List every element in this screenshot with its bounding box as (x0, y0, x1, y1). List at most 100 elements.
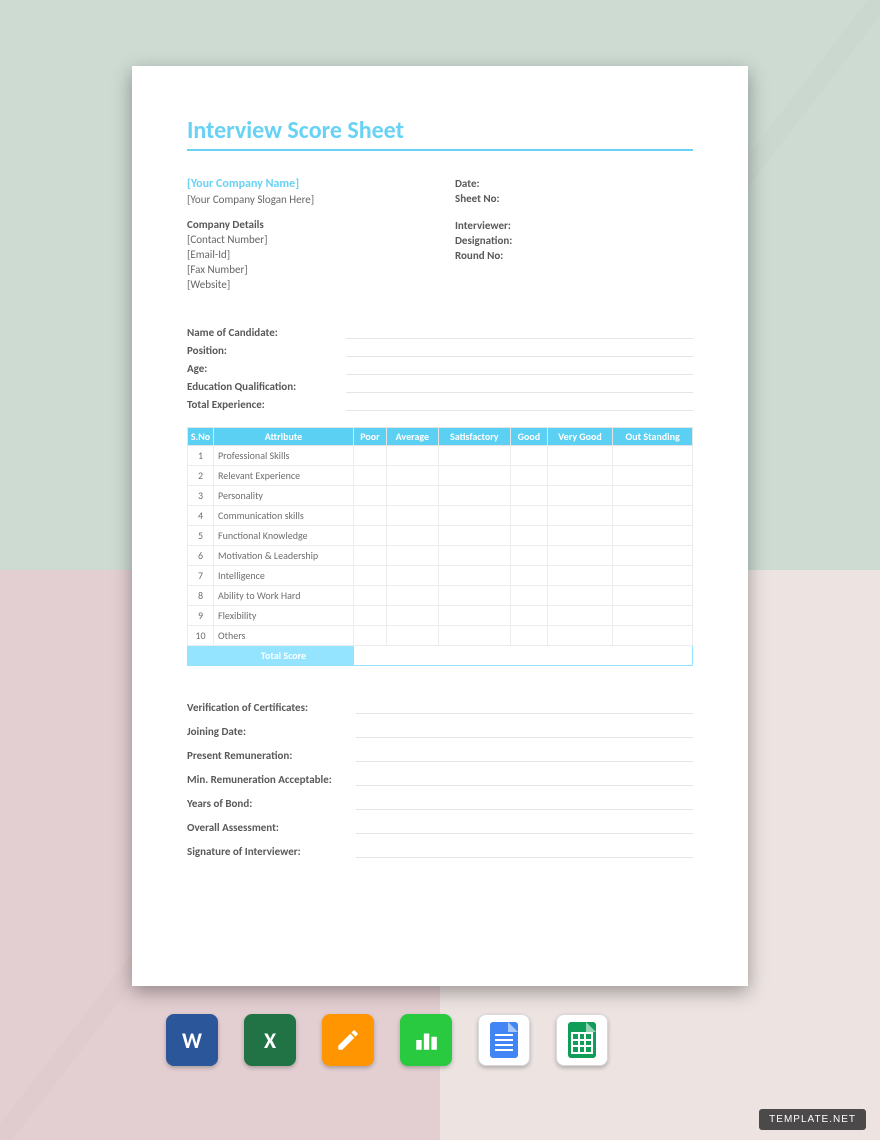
field-label: Overall Assessment: (187, 821, 352, 834)
cell (613, 506, 693, 526)
table-row: 9Flexibility (188, 606, 693, 626)
cell (386, 546, 438, 566)
cell-attribute: Communication skills (214, 506, 354, 526)
cell (510, 566, 547, 586)
company-details-heading: Company Details (187, 218, 425, 231)
field-input-line (346, 379, 693, 393)
cell (547, 446, 612, 466)
company-detail: [Email-Id] (187, 248, 425, 261)
cell (354, 586, 387, 606)
cell (510, 486, 547, 506)
cell-sn: 1 (188, 446, 214, 466)
field-label: Verification of Certificates: (187, 701, 352, 714)
field-row: Verification of Certificates: (187, 700, 693, 714)
cell-attribute: Functional Knowledge (214, 526, 354, 546)
field-label: Signature of Interviewer: (187, 845, 352, 858)
bottom-fields: Verification of Certificates: Joining Da… (187, 700, 693, 858)
cell (547, 606, 612, 626)
format-icons-row: W X (166, 1014, 608, 1066)
field-label: Min. Remuneration Acceptable: (187, 773, 352, 786)
pen-icon (335, 1027, 361, 1053)
cell-attribute: Ability to Work Hard (214, 586, 354, 606)
table-row: 5Functional Knowledge (188, 526, 693, 546)
cell (354, 606, 387, 626)
cell (438, 626, 510, 646)
document-title: Interview Score Sheet (187, 116, 693, 151)
cell-attribute: Motivation & Leadership (214, 546, 354, 566)
cell (438, 506, 510, 526)
cell (354, 506, 387, 526)
cell (547, 506, 612, 526)
field-input-line (346, 361, 693, 375)
field-label: Total Experience: (187, 398, 342, 411)
cell (438, 606, 510, 626)
field-label: Present Remuneration: (187, 749, 352, 762)
cell (386, 606, 438, 626)
company-slogan-placeholder: [Your Company Slogan Here] (187, 193, 425, 206)
cell-attribute: Personality (214, 486, 354, 506)
field-row: Position: (187, 343, 693, 357)
preview-frame: Interview Score Sheet [Your Company Name… (46, 46, 834, 1094)
icon-letter: W (182, 1027, 202, 1054)
cell (386, 586, 438, 606)
cell (613, 526, 693, 546)
field-row: Signature of Interviewer: (187, 844, 693, 858)
th-very-good: Very Good (547, 428, 612, 446)
excel-icon[interactable]: X (244, 1014, 296, 1066)
cell (386, 466, 438, 486)
field-input-line (356, 796, 693, 810)
cell (547, 546, 612, 566)
document-page: Interview Score Sheet [Your Company Name… (132, 66, 748, 986)
cell-attribute: Relevant Experience (214, 466, 354, 486)
th-average: Average (386, 428, 438, 446)
field-label: Position: (187, 344, 342, 357)
cell (386, 486, 438, 506)
field-input-line (356, 748, 693, 762)
cell-attribute: Intelligence (214, 566, 354, 586)
cell (613, 586, 693, 606)
cell (354, 526, 387, 546)
th-good: Good (510, 428, 547, 446)
pages-icon[interactable] (322, 1014, 374, 1066)
google-docs-icon[interactable] (478, 1014, 530, 1066)
field-row: Min. Remuneration Acceptable: (187, 772, 693, 786)
cell (613, 446, 693, 466)
word-icon[interactable]: W (166, 1014, 218, 1066)
cell-attribute: Others (214, 626, 354, 646)
google-sheets-icon[interactable] (556, 1014, 608, 1066)
watermark: TEMPLATE.NET (759, 1109, 866, 1130)
cell (354, 566, 387, 586)
company-name-placeholder: [Your Company Name] (187, 177, 425, 191)
cell (354, 626, 387, 646)
cell (438, 566, 510, 586)
total-row: Total Score (188, 646, 693, 666)
field-row: Joining Date: (187, 724, 693, 738)
table-row: 10Others (188, 626, 693, 646)
cell-sn: 2 (188, 466, 214, 486)
field-row: Name of Candidate: (187, 325, 693, 339)
cell-sn: 3 (188, 486, 214, 506)
numbers-icon[interactable] (400, 1014, 452, 1066)
bar-chart-icon (413, 1027, 439, 1053)
cell (386, 626, 438, 646)
field-input-line (346, 397, 693, 411)
cell (547, 486, 612, 506)
cell (613, 486, 693, 506)
field-row: Age: (187, 361, 693, 375)
table-row: 4Communication skills (188, 506, 693, 526)
th-attribute: Attribute (214, 428, 354, 446)
cell (613, 566, 693, 586)
meta-designation-label: Designation: (455, 234, 693, 247)
th-outstanding: Out Standing (613, 428, 693, 446)
cell (547, 526, 612, 546)
field-label: Joining Date: (187, 725, 352, 738)
meta-date-label: Date: (455, 177, 693, 190)
cell (510, 586, 547, 606)
cell-sn: 4 (188, 506, 214, 526)
table-row: 2Relevant Experience (188, 466, 693, 486)
company-detail: [Fax Number] (187, 263, 425, 276)
th-poor: Poor (354, 428, 387, 446)
cell (354, 466, 387, 486)
field-input-line (356, 700, 693, 714)
field-row: Present Remuneration: (187, 748, 693, 762)
